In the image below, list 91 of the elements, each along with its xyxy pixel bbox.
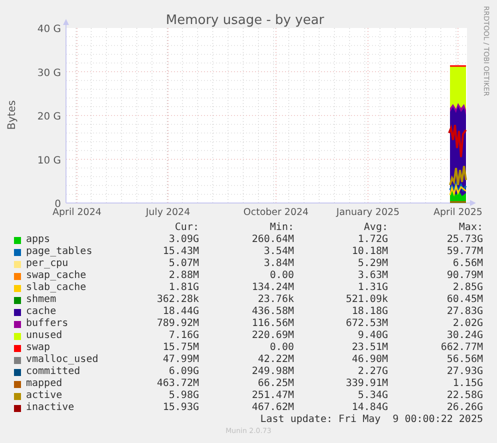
chart-title: Memory usage - by year [166,13,324,28]
value-cell-text: 15.75M [162,342,199,354]
value-cell-text: 90.79M [446,270,483,282]
value-cell-text: 14.84G [350,402,388,414]
value-cell-text: 339.91M [344,378,388,390]
value-cell-text: 1.72G [356,234,388,246]
value-cell-text: 5.29M [356,258,388,270]
legend-label: swap [26,342,52,354]
value-cell-text: 47.99M [162,354,199,366]
value-cell-text: 436.58M [250,306,294,318]
x-axis-tick-label: April 2025 [434,207,482,218]
value-cell-text: 362.28k [156,294,199,306]
value-cell-text: 18.44G [162,306,199,318]
value-cell-text: 467.62M [250,402,294,414]
value-cell-text: 6.56M [452,258,483,270]
legend-label: inactive [26,402,76,414]
value-cell-text: 0.00 [268,270,294,282]
legend-label: mapped [26,378,64,390]
x-axis-tick-label: April 2024 [52,207,102,218]
value-cell-text: 251.47M [250,390,294,402]
y-axis-tick-label: 40 G [37,24,61,35]
value-cell-text: 9.40G [356,330,388,342]
column-header: Cur: [174,222,199,234]
x-axis-tick-label: October 2024 [243,207,309,218]
value-cell-text: 23.76k [256,294,294,306]
value-cell-text: 2.27G [356,366,388,378]
value-cell-text: 2.85G [452,282,483,294]
value-cell-text: 3.09G [168,234,199,246]
column-header: Max: [458,222,483,234]
y-axis-tick-label: 30 G [37,68,61,79]
value-cell-text: 25.73G [446,234,483,246]
column-header: Avg: [362,222,388,234]
value-cell-text: 463.72M [156,378,199,390]
legend-label: page_tables [26,246,94,258]
value-cell-text: 26.26G [446,402,483,414]
legend-label: unused [26,330,64,342]
value-cell-text: 5.34G [356,390,388,402]
value-cell-text: 134.24M [250,282,294,294]
value-cell-text: 0.00 [268,342,294,354]
value-cell-text: 56.56M [446,354,483,366]
value-cell-text: 3.84M [262,258,294,270]
value-cell-text: 30.24G [446,330,483,342]
y-axis-title: Bytes [6,100,18,130]
value-cell-text: 521.09k [344,294,388,306]
x-axis-tick-label: January 2025 [336,207,400,218]
legend-label: slab_cache [26,282,88,294]
value-cell-text: 3.54M [262,246,294,258]
value-cell-text: 15.93G [162,402,199,414]
value-cell-text: 66.25M [256,378,294,390]
y-axis-tick-label: 10 G [37,155,61,166]
value-cell-text: 220.69M [250,330,294,342]
value-cell-text: 116.56M [250,318,294,330]
value-cell-text: 5.07M [168,258,199,270]
value-cell-text: 27.93G [446,366,483,378]
column-header: Min: [268,222,294,234]
value-cell-text: 27.83G [446,306,483,318]
y-axis-tick-label: 20 G [37,112,61,122]
x-axis-tick-label: July 2024 [146,207,190,218]
value-cell-text: 5.98G [168,390,199,402]
value-cell-text: 2.02G [452,318,483,330]
legend-label: cache [26,306,58,318]
legend-label: vmalloc_used [26,354,100,366]
value-cell-text: 789.92M [156,318,199,330]
value-cell-text: 59.77M [446,246,483,258]
legend-label: committed [26,366,82,378]
value-cell-text: 249.98M [250,366,294,378]
value-cell-text: 2.88M [168,270,199,282]
value-cell-text: 1.31G [356,282,388,294]
value-cell-text: 23.51M [350,342,388,354]
value-cell-text: 672.53M [344,318,388,330]
value-cell-text: 260.64M [250,234,294,246]
last-update-text: Last update: Fri May 9 00:00:22 2025 [259,414,483,426]
value-cell-text: 1.15G [452,378,483,390]
legend-label: active [26,390,64,402]
legend-label: swap_cache [26,270,88,282]
value-cell-text: 22.58G [446,390,483,402]
legend-label: per_cpu [26,258,70,270]
value-cell-text: 60.45M [446,294,483,306]
value-cell-text: 42.22M [256,354,294,366]
value-cell-text: 15.43M [162,246,199,258]
value-cell-text: 1.81G [168,282,199,294]
legend-label: shmem [26,294,58,306]
value-cell-text: 6.09G [168,366,199,378]
value-cell-text: 46.90M [350,354,388,366]
value-cell-text: 10.18M [350,246,388,258]
value-cell-text: 7.16G [168,330,199,342]
legend-label: buffers [26,318,70,330]
value-cell-text: 3.63M [356,270,388,282]
value-cell-text: 18.18G [350,306,388,318]
legend-label: apps [26,234,52,246]
value-cell-text: 662.77M [440,342,483,354]
